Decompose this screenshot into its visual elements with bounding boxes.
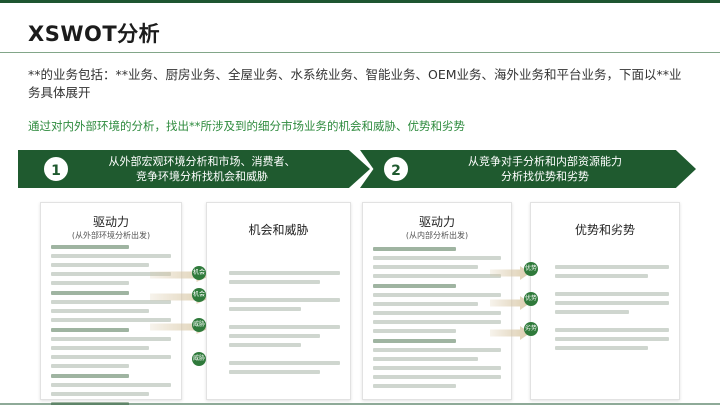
external-drivers-card: 驱动力 (从外部环境分析出发) (40, 202, 182, 405)
opportunities-threats-card: 机会和威胁 (206, 202, 351, 400)
step-2-text: 从竞争对手分析和内部资源能力 分析找优势和劣势 (420, 154, 670, 184)
top-accent-line (0, 0, 720, 3)
step-1-line-2: 竞争环境分析找机会和威胁 (136, 170, 268, 183)
step-banner-1: 1 从外部宏观环境分析和市场、消费者、 竞争环境分析找机会和威胁 (18, 150, 370, 188)
step-number-2: 2 (382, 155, 410, 183)
opportunity-tag: 机会 (192, 266, 206, 280)
step-2-line-2: 分析找优势和劣势 (501, 170, 589, 183)
strength-tag: 优势 (524, 292, 538, 306)
internal-drivers-card: 驱动力 (从内部分析出发) (362, 202, 512, 400)
weakness-tag: 劣势 (524, 322, 538, 336)
step-2-line-1: 从竞争对手分析和内部资源能力 (468, 155, 622, 168)
analysis-subheading: 通过对内外部环境的分析，找出**所涉及到的细分市场业务的机会和威胁、优势和劣势 (28, 119, 465, 133)
threat-tag: 威胁 (192, 318, 206, 332)
step-1-text: 从外部宏观环境分析和市场、消费者、 竞争环境分析找机会和威胁 (82, 154, 322, 184)
threat-tag: 威胁 (192, 352, 206, 366)
strengths-weaknesses-title: 优势和劣势 (574, 223, 635, 237)
title-divider (0, 52, 720, 53)
opportunities-threats-title: 机会和威胁 (248, 223, 309, 237)
internal-drivers-title: 驱动力 (418, 215, 455, 229)
external-drivers-subtitle: (从外部环境分析出发) (71, 231, 151, 240)
opportunity-tag: 机会 (192, 288, 206, 302)
step-banner-2: 2 从竞争对手分析和内部资源能力 分析找优势和劣势 (360, 150, 696, 188)
internal-drivers-text-block (373, 247, 501, 393)
opportunities-text-block (229, 271, 340, 379)
strength-tag: 优势 (524, 262, 538, 276)
internal-drivers-subtitle: (从内部分析出发) (405, 231, 469, 240)
step-number-1: 1 (42, 155, 70, 183)
intro-text: **的业务包括：**业务、厨房业务、全屋业务、水系统业务、智能业务、OEM业务、… (28, 67, 682, 100)
page-title: XSWOT分析 (28, 22, 161, 46)
strengths-weaknesses-card: 优势和劣势 (530, 202, 680, 400)
external-drivers-title: 驱动力 (92, 215, 129, 229)
step-1-line-1: 从外部宏观环境分析和市场、消费者、 (108, 155, 296, 168)
strengths-text-block (555, 265, 669, 355)
